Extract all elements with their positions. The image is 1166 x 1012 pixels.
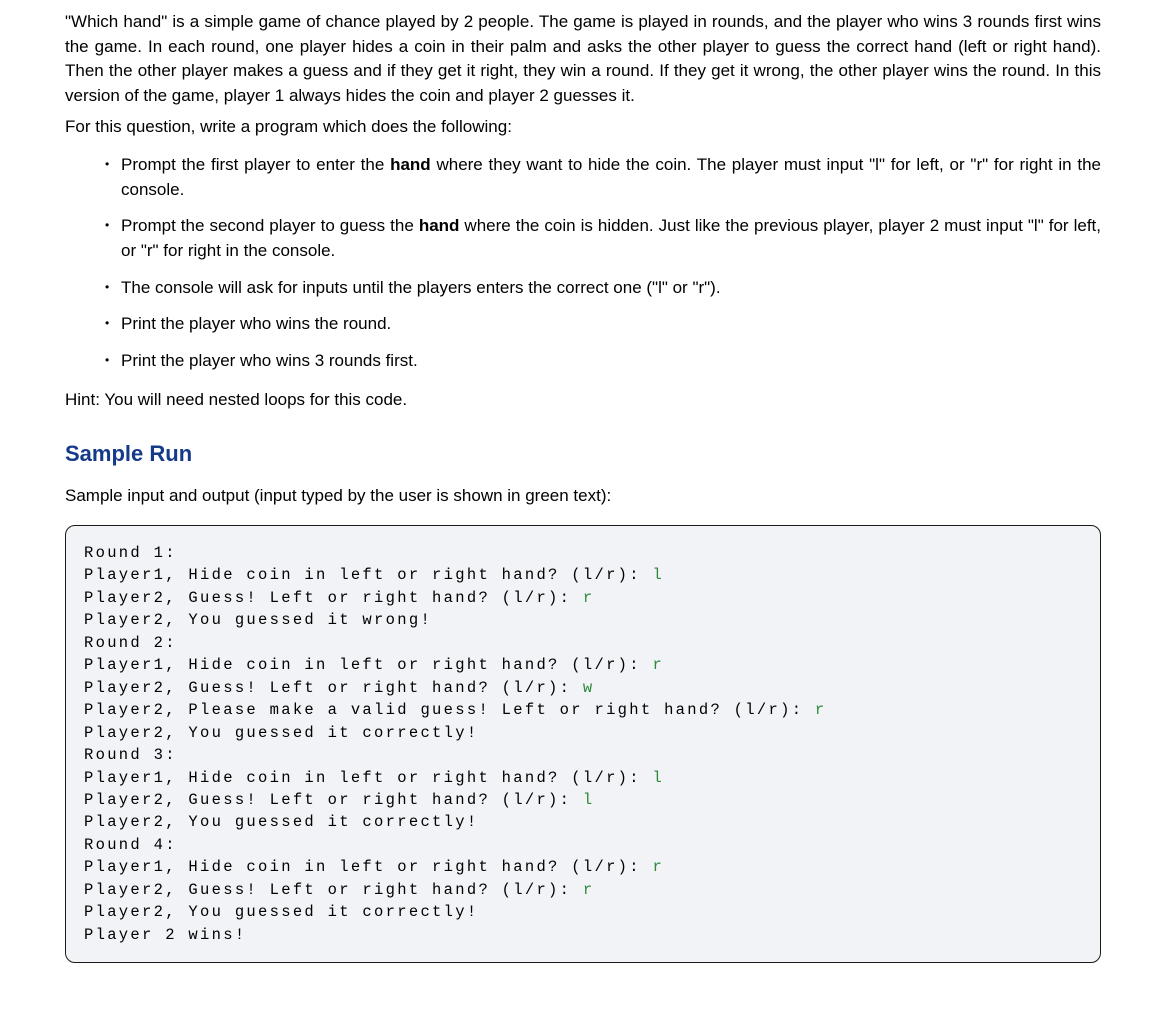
- list-item: Print the player who wins 3 rounds first…: [105, 349, 1101, 374]
- list-item: The console will ask for inputs until th…: [105, 276, 1101, 301]
- user-input: l: [652, 769, 664, 787]
- sample-output-box: Round 1: Player1, Hide coin in left or r…: [65, 525, 1101, 963]
- code-line: Round 3:: [84, 746, 177, 764]
- hint-paragraph: Hint: You will need nested loops for thi…: [65, 388, 1101, 413]
- code-line: Round 2:: [84, 634, 177, 652]
- list-item: Prompt the second player to guess the ha…: [105, 214, 1101, 263]
- sample-lead-paragraph: Sample input and output (input typed by …: [65, 484, 1101, 509]
- code-line: Player2, You guessed it wrong!: [84, 611, 432, 629]
- code-line: Player2, Guess! Left or right hand? (l/r…: [84, 589, 583, 607]
- code-line: Player1, Hide coin in left or right hand…: [84, 769, 652, 787]
- code-line: Player2, Guess! Left or right hand? (l/r…: [84, 881, 583, 899]
- code-line: Player2, Please make a valid guess! Left…: [84, 701, 815, 719]
- bullet-text: Prompt the first player to enter the: [121, 155, 390, 174]
- bold-word: hand: [419, 216, 460, 235]
- user-input: r: [652, 656, 664, 674]
- code-line: Round 1:: [84, 544, 177, 562]
- code-line: Player 2 wins!: [84, 926, 246, 944]
- intro-paragraph: "Which hand" is a simple game of chance …: [65, 10, 1101, 109]
- list-item: Prompt the first player to enter the han…: [105, 153, 1101, 202]
- code-line: Player2, You guessed it correctly!: [84, 724, 478, 742]
- code-line: Player2, You guessed it correctly!: [84, 903, 478, 921]
- user-input: r: [815, 701, 827, 719]
- code-line: Player1, Hide coin in left or right hand…: [84, 566, 652, 584]
- user-input: r: [583, 589, 595, 607]
- code-line: Player2, Guess! Left or right hand? (l/r…: [84, 679, 583, 697]
- user-input: l: [652, 566, 664, 584]
- sample-run-heading: Sample Run: [65, 438, 1101, 470]
- requirements-list: Prompt the first player to enter the han…: [65, 153, 1101, 373]
- user-input: w: [583, 679, 595, 697]
- user-input: l: [583, 791, 595, 809]
- bullet-text: Prompt the second player to guess the: [121, 216, 419, 235]
- bold-word: hand: [390, 155, 431, 174]
- code-line: Player1, Hide coin in left or right hand…: [84, 858, 652, 876]
- list-item: Print the player who wins the round.: [105, 312, 1101, 337]
- code-line: Round 4:: [84, 836, 177, 854]
- user-input: r: [583, 881, 595, 899]
- code-line: Player2, Guess! Left or right hand? (l/r…: [84, 791, 583, 809]
- lead-paragraph: For this question, write a program which…: [65, 115, 1101, 140]
- user-input: r: [652, 858, 664, 876]
- code-line: Player1, Hide coin in left or right hand…: [84, 656, 652, 674]
- code-line: Player2, You guessed it correctly!: [84, 813, 478, 831]
